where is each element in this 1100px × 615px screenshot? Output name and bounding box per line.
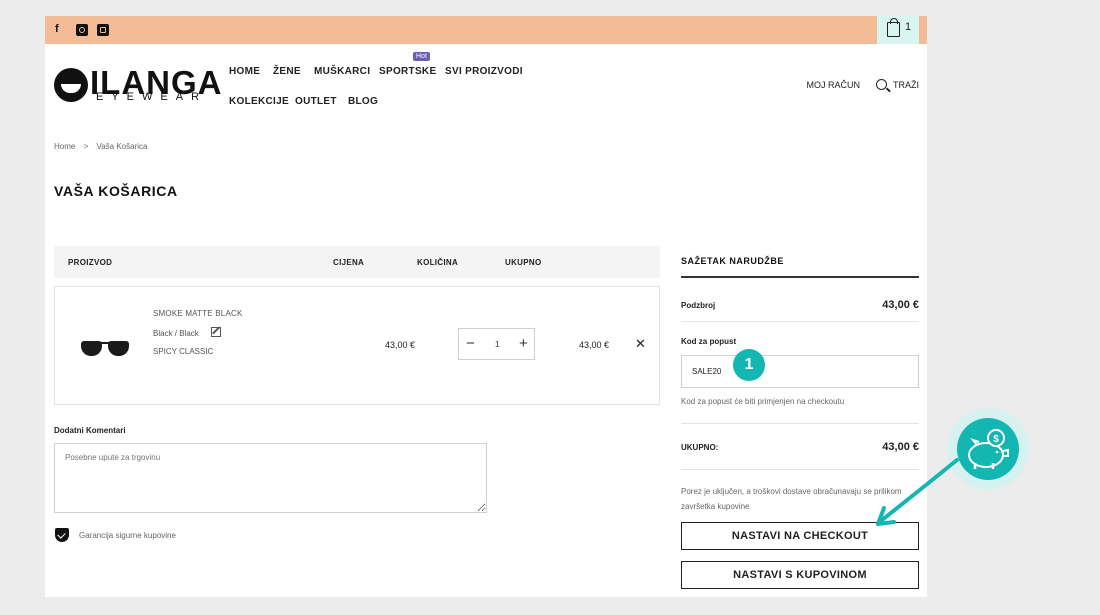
header-product: PROIZVOD bbox=[68, 258, 113, 267]
comments-label: Dodatni Komentari bbox=[54, 426, 126, 435]
nav-item-zene[interactable]: ŽENE bbox=[273, 66, 301, 77]
guarantee-text: Garancija sigurne kupovine bbox=[79, 531, 176, 540]
breadcrumb-current: Vaša Košarica bbox=[96, 142, 148, 151]
page-title: VAŠA KOŠARICA bbox=[54, 183, 178, 199]
subtotal-label: Podzbroj bbox=[681, 301, 716, 310]
nav-item-svi-proizvodi[interactable]: SVI PROIZVODI bbox=[445, 66, 523, 77]
facebook-icon[interactable]: f bbox=[55, 23, 59, 35]
comments-field[interactable] bbox=[54, 443, 487, 513]
nav-item-home[interactable]: HOME bbox=[229, 66, 260, 77]
subtotal-value: 43,00 € bbox=[882, 299, 919, 311]
breadcrumb-separator: > bbox=[83, 142, 89, 151]
product-price: 43,00 € bbox=[385, 340, 416, 350]
cart-table-header: PROIZVOD CIJENA KOLIČINA UKUPNO bbox=[54, 246, 660, 278]
plus-icon[interactable]: + bbox=[519, 335, 528, 352]
product-name[interactable]: SMOKE MATTE BLACK bbox=[153, 309, 243, 318]
nav-item-kolekcije[interactable]: KOLEKCIJE bbox=[229, 96, 289, 107]
remove-icon[interactable]: ✕ bbox=[635, 336, 646, 352]
nav-item-sportske[interactable]: SPORTSKE bbox=[379, 66, 436, 77]
cart-button[interactable]: 1 bbox=[877, 16, 919, 44]
hot-badge: Hot bbox=[413, 52, 430, 61]
account-link[interactable]: MOJ RAČUN bbox=[807, 80, 861, 90]
breadcrumb-home[interactable]: Home bbox=[54, 142, 75, 151]
pointer-arrow-icon bbox=[876, 458, 959, 526]
logo-subtitle: EYEWEAR bbox=[96, 91, 208, 103]
quantity-value[interactable]: 1 bbox=[495, 340, 499, 349]
product-image[interactable] bbox=[80, 337, 130, 359]
breadcrumb: Home > Vaša Košarica bbox=[54, 142, 153, 151]
header-total: UKUPNO bbox=[505, 258, 542, 267]
nav-item-muskarci[interactable]: MUŠKARCI bbox=[314, 66, 370, 77]
total-label: UKUPNO: bbox=[681, 443, 719, 452]
tiktok-icon[interactable] bbox=[97, 24, 109, 36]
step-marker: 1 bbox=[733, 349, 765, 381]
search-link[interactable]: TRAŽI bbox=[893, 80, 919, 90]
nav-item-outlet[interactable]: OUTLET bbox=[295, 96, 337, 107]
summary-title: SAŽETAK NARUDŽBE bbox=[681, 256, 784, 266]
coupon-label: Kod za popust bbox=[681, 337, 737, 346]
top-bar: f 1 bbox=[45, 16, 927, 44]
coupon-input[interactable] bbox=[681, 355, 919, 388]
instagram-icon[interactable] bbox=[76, 24, 88, 36]
header-quantity: KOLIČINA bbox=[417, 258, 459, 267]
continue-shopping-button[interactable]: NASTAVI S KUPOVINOM bbox=[681, 561, 919, 589]
line-total: 43,00 € bbox=[579, 340, 610, 350]
logo-mark-icon bbox=[54, 68, 88, 102]
cart-count: 1 bbox=[905, 21, 912, 33]
search-icon[interactable] bbox=[876, 79, 887, 90]
minus-icon[interactable]: − bbox=[466, 335, 475, 352]
coupon-note: Kod za popust će biti primjenjen na chec… bbox=[681, 397, 845, 406]
edit-icon[interactable] bbox=[211, 327, 221, 337]
product-variant: Black / Black bbox=[153, 329, 199, 338]
cart-page: f 1 ILANGA EYEWEAR HOME ŽENE MUŠKARCI SP… bbox=[45, 16, 927, 597]
product-collection: SPICY CLASSIC bbox=[153, 347, 214, 356]
shopping-bag-icon bbox=[887, 18, 900, 37]
shield-check-icon bbox=[55, 528, 69, 542]
svg-text:$: $ bbox=[993, 434, 999, 445]
cart-item-row: SMOKE MATTE BLACK Black / Black SPICY CL… bbox=[54, 286, 660, 405]
nav-item-blog[interactable]: BLOG bbox=[348, 96, 378, 107]
header-price: CIJENA bbox=[333, 258, 365, 267]
summary-divider bbox=[681, 276, 919, 278]
divider bbox=[681, 321, 919, 322]
quantity-stepper: − 1 + bbox=[458, 328, 535, 360]
divider bbox=[681, 423, 919, 424]
